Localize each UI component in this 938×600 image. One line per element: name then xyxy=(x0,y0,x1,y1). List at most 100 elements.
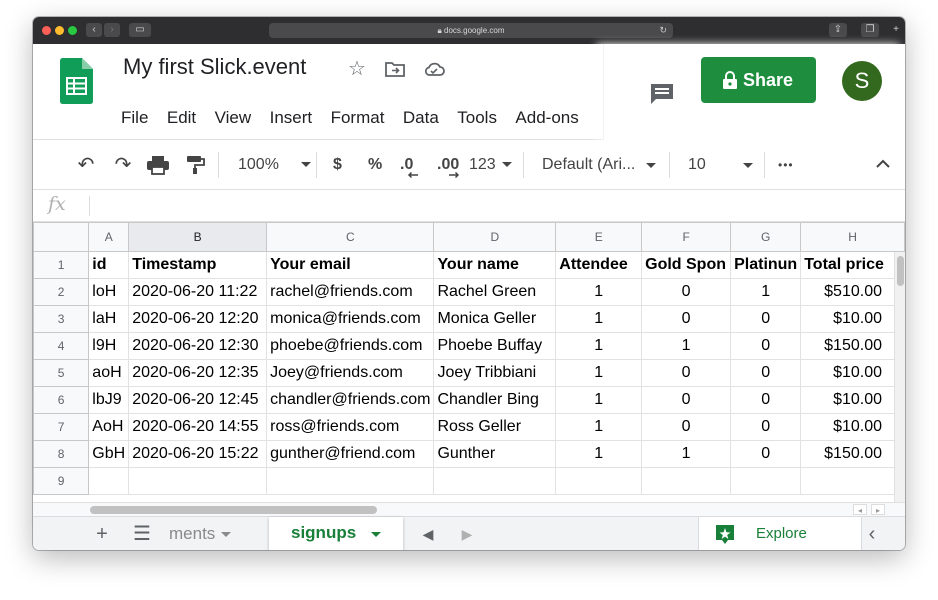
paint-format-icon[interactable] xyxy=(185,155,205,175)
cell[interactable]: 1 xyxy=(641,332,732,360)
menu-format[interactable]: Format xyxy=(331,108,385,128)
column-header[interactable]: H xyxy=(800,222,905,252)
print-icon[interactable] xyxy=(146,155,170,175)
cell[interactable]: 2020-06-20 12:35 xyxy=(128,359,268,387)
cell[interactable]: $10.00 xyxy=(800,305,905,333)
star-icon[interactable]: ☆ xyxy=(346,58,368,80)
cell[interactable]: 2020-06-20 15:22 xyxy=(128,440,268,468)
cell[interactable]: chandler@friends.com xyxy=(266,386,435,414)
vertical-scrollbar[interactable] xyxy=(894,252,905,502)
cell[interactable]: 0 xyxy=(730,440,802,468)
collapse-toolbar-icon[interactable] xyxy=(875,157,891,171)
minimize-window-button[interactable] xyxy=(55,26,64,35)
cell[interactable]: l9H xyxy=(88,332,130,360)
tabs-overview-icon[interactable]: ❐ xyxy=(861,23,879,37)
cell[interactable]: 2020-06-20 12:30 xyxy=(128,332,268,360)
increase-decimal-button[interactable]: .00 xyxy=(437,154,459,179)
cell[interactable]: AoH xyxy=(88,413,130,441)
cell[interactable]: 2020-06-20 11:22 xyxy=(128,278,268,306)
cell[interactable] xyxy=(800,467,905,495)
font-size-select[interactable]: 10 xyxy=(688,154,754,176)
cell[interactable]: lbJ9 xyxy=(88,386,130,414)
scroll-left-icon[interactable]: ◂ xyxy=(853,504,867,515)
select-all-corner[interactable] xyxy=(33,222,90,252)
header-cell[interactable]: Gold Spon xyxy=(641,251,732,279)
scroll-tabs-right-icon[interactable]: ▶ xyxy=(455,522,479,546)
menu-tools[interactable]: Tools xyxy=(457,108,497,128)
comments-icon[interactable] xyxy=(649,82,675,106)
cell[interactable]: 1 xyxy=(555,359,643,387)
menu-file[interactable]: File xyxy=(121,108,148,128)
header-cell[interactable]: Your email xyxy=(266,251,435,279)
cell[interactable]: 2020-06-20 12:20 xyxy=(128,305,268,333)
close-window-button[interactable] xyxy=(42,26,51,35)
menu-edit[interactable]: Edit xyxy=(167,108,196,128)
sidebar-icon[interactable]: ▭ xyxy=(129,23,151,37)
cell[interactable]: Rachel Green xyxy=(433,278,557,306)
row-header[interactable]: 5 xyxy=(33,359,90,387)
cell[interactable]: Phoebe Buffay xyxy=(433,332,557,360)
cell[interactable]: Chandler Bing xyxy=(433,386,557,414)
cell[interactable] xyxy=(641,467,732,495)
cell[interactable] xyxy=(433,467,557,495)
cell[interactable]: 0 xyxy=(641,305,732,333)
cell[interactable]: loH xyxy=(88,278,130,306)
header-cell[interactable]: Timestamp xyxy=(128,251,268,279)
cell[interactable]: 0 xyxy=(730,359,802,387)
cell[interactable]: 1 xyxy=(555,440,643,468)
header-cell[interactable]: Platinun xyxy=(730,251,802,279)
move-folder-icon[interactable] xyxy=(384,58,406,80)
cell[interactable]: 1 xyxy=(555,386,643,414)
currency-format-button[interactable]: $ xyxy=(333,154,342,176)
all-sheets-icon[interactable]: ☰ xyxy=(130,522,154,546)
header-cell[interactable]: Total price xyxy=(800,251,905,279)
cell[interactable]: 0 xyxy=(641,359,732,387)
cell[interactable]: 0 xyxy=(730,332,802,360)
cell[interactable]: rachel@friends.com xyxy=(266,278,435,306)
side-panel-toggle-icon[interactable]: ‹ xyxy=(861,522,883,546)
cell[interactable]: Gunther xyxy=(433,440,557,468)
column-header[interactable]: C xyxy=(266,222,435,252)
cell[interactable]: gunther@friend.com xyxy=(266,440,435,468)
sheets-logo-icon[interactable] xyxy=(60,58,93,104)
header-cell[interactable]: Attendee xyxy=(555,251,643,279)
cell[interactable]: Monica Geller xyxy=(433,305,557,333)
cell[interactable]: $10.00 xyxy=(800,359,905,387)
row-header[interactable]: 3 xyxy=(33,305,90,333)
cell[interactable]: laH xyxy=(88,305,130,333)
header-cell[interactable]: Your name xyxy=(433,251,557,279)
cell[interactable]: 0 xyxy=(641,386,732,414)
share-button[interactable]: Share xyxy=(701,57,816,103)
row-header[interactable]: 4 xyxy=(33,332,90,360)
add-sheet-icon[interactable]: + xyxy=(90,522,114,546)
cell[interactable]: 1 xyxy=(555,413,643,441)
cell[interactable]: 0 xyxy=(730,413,802,441)
column-header[interactable]: D xyxy=(433,222,557,252)
cell[interactable]: $10.00 xyxy=(800,413,905,441)
row-header[interactable]: 6 xyxy=(33,386,90,414)
scroll-tabs-left-icon[interactable]: ◀ xyxy=(416,522,440,546)
cell[interactable] xyxy=(88,467,130,495)
cell[interactable]: Ross Geller xyxy=(433,413,557,441)
maximize-window-button[interactable] xyxy=(68,26,77,35)
undo-icon[interactable]: ↶ xyxy=(73,154,99,176)
formula-input[interactable] xyxy=(99,197,879,215)
more-tools-button[interactable]: ••• xyxy=(778,154,794,176)
row-header[interactable]: 7 xyxy=(33,413,90,441)
zoom-select[interactable]: 100% xyxy=(238,154,312,176)
cell[interactable]: 0 xyxy=(641,278,732,306)
reload-icon[interactable]: ↻ xyxy=(659,23,667,38)
percent-format-button[interactable]: % xyxy=(368,154,382,176)
cell[interactable]: $150.00 xyxy=(800,332,905,360)
cell[interactable]: 1 xyxy=(641,440,732,468)
row-header[interactable]: 8 xyxy=(33,440,90,468)
new-tab-icon[interactable]: + xyxy=(888,23,904,37)
cell[interactable]: 2020-06-20 12:45 xyxy=(128,386,268,414)
column-header[interactable]: B xyxy=(128,222,268,252)
decrease-decimal-button[interactable]: .0 xyxy=(400,154,418,179)
cell[interactable]: phoebe@friends.com xyxy=(266,332,435,360)
cell[interactable]: $10.00 xyxy=(800,386,905,414)
cell[interactable]: 1 xyxy=(555,305,643,333)
cell[interactable]: 2020-06-20 14:55 xyxy=(128,413,268,441)
menu-data[interactable]: Data xyxy=(403,108,439,128)
